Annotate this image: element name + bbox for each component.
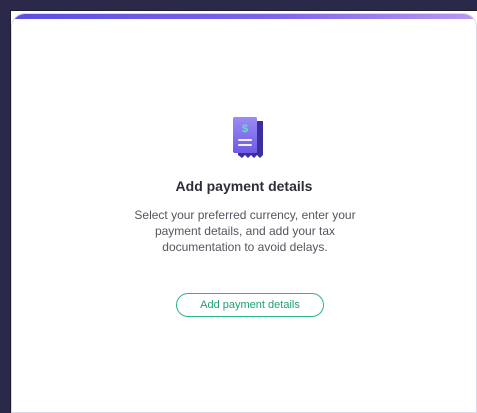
svg-text:$: $ [242, 123, 248, 135]
payment-details-card: $ Add payment details Select your prefer… [11, 13, 477, 413]
empty-state: $ Add payment details Select your prefer… [12, 14, 476, 412]
empty-state-title: Add payment details [175, 178, 313, 194]
add-payment-details-button[interactable]: Add payment details [176, 293, 324, 317]
empty-state-description: Select your preferred currency, enter yo… [134, 208, 356, 254]
receipt-dollar-icon: $ [231, 115, 267, 161]
